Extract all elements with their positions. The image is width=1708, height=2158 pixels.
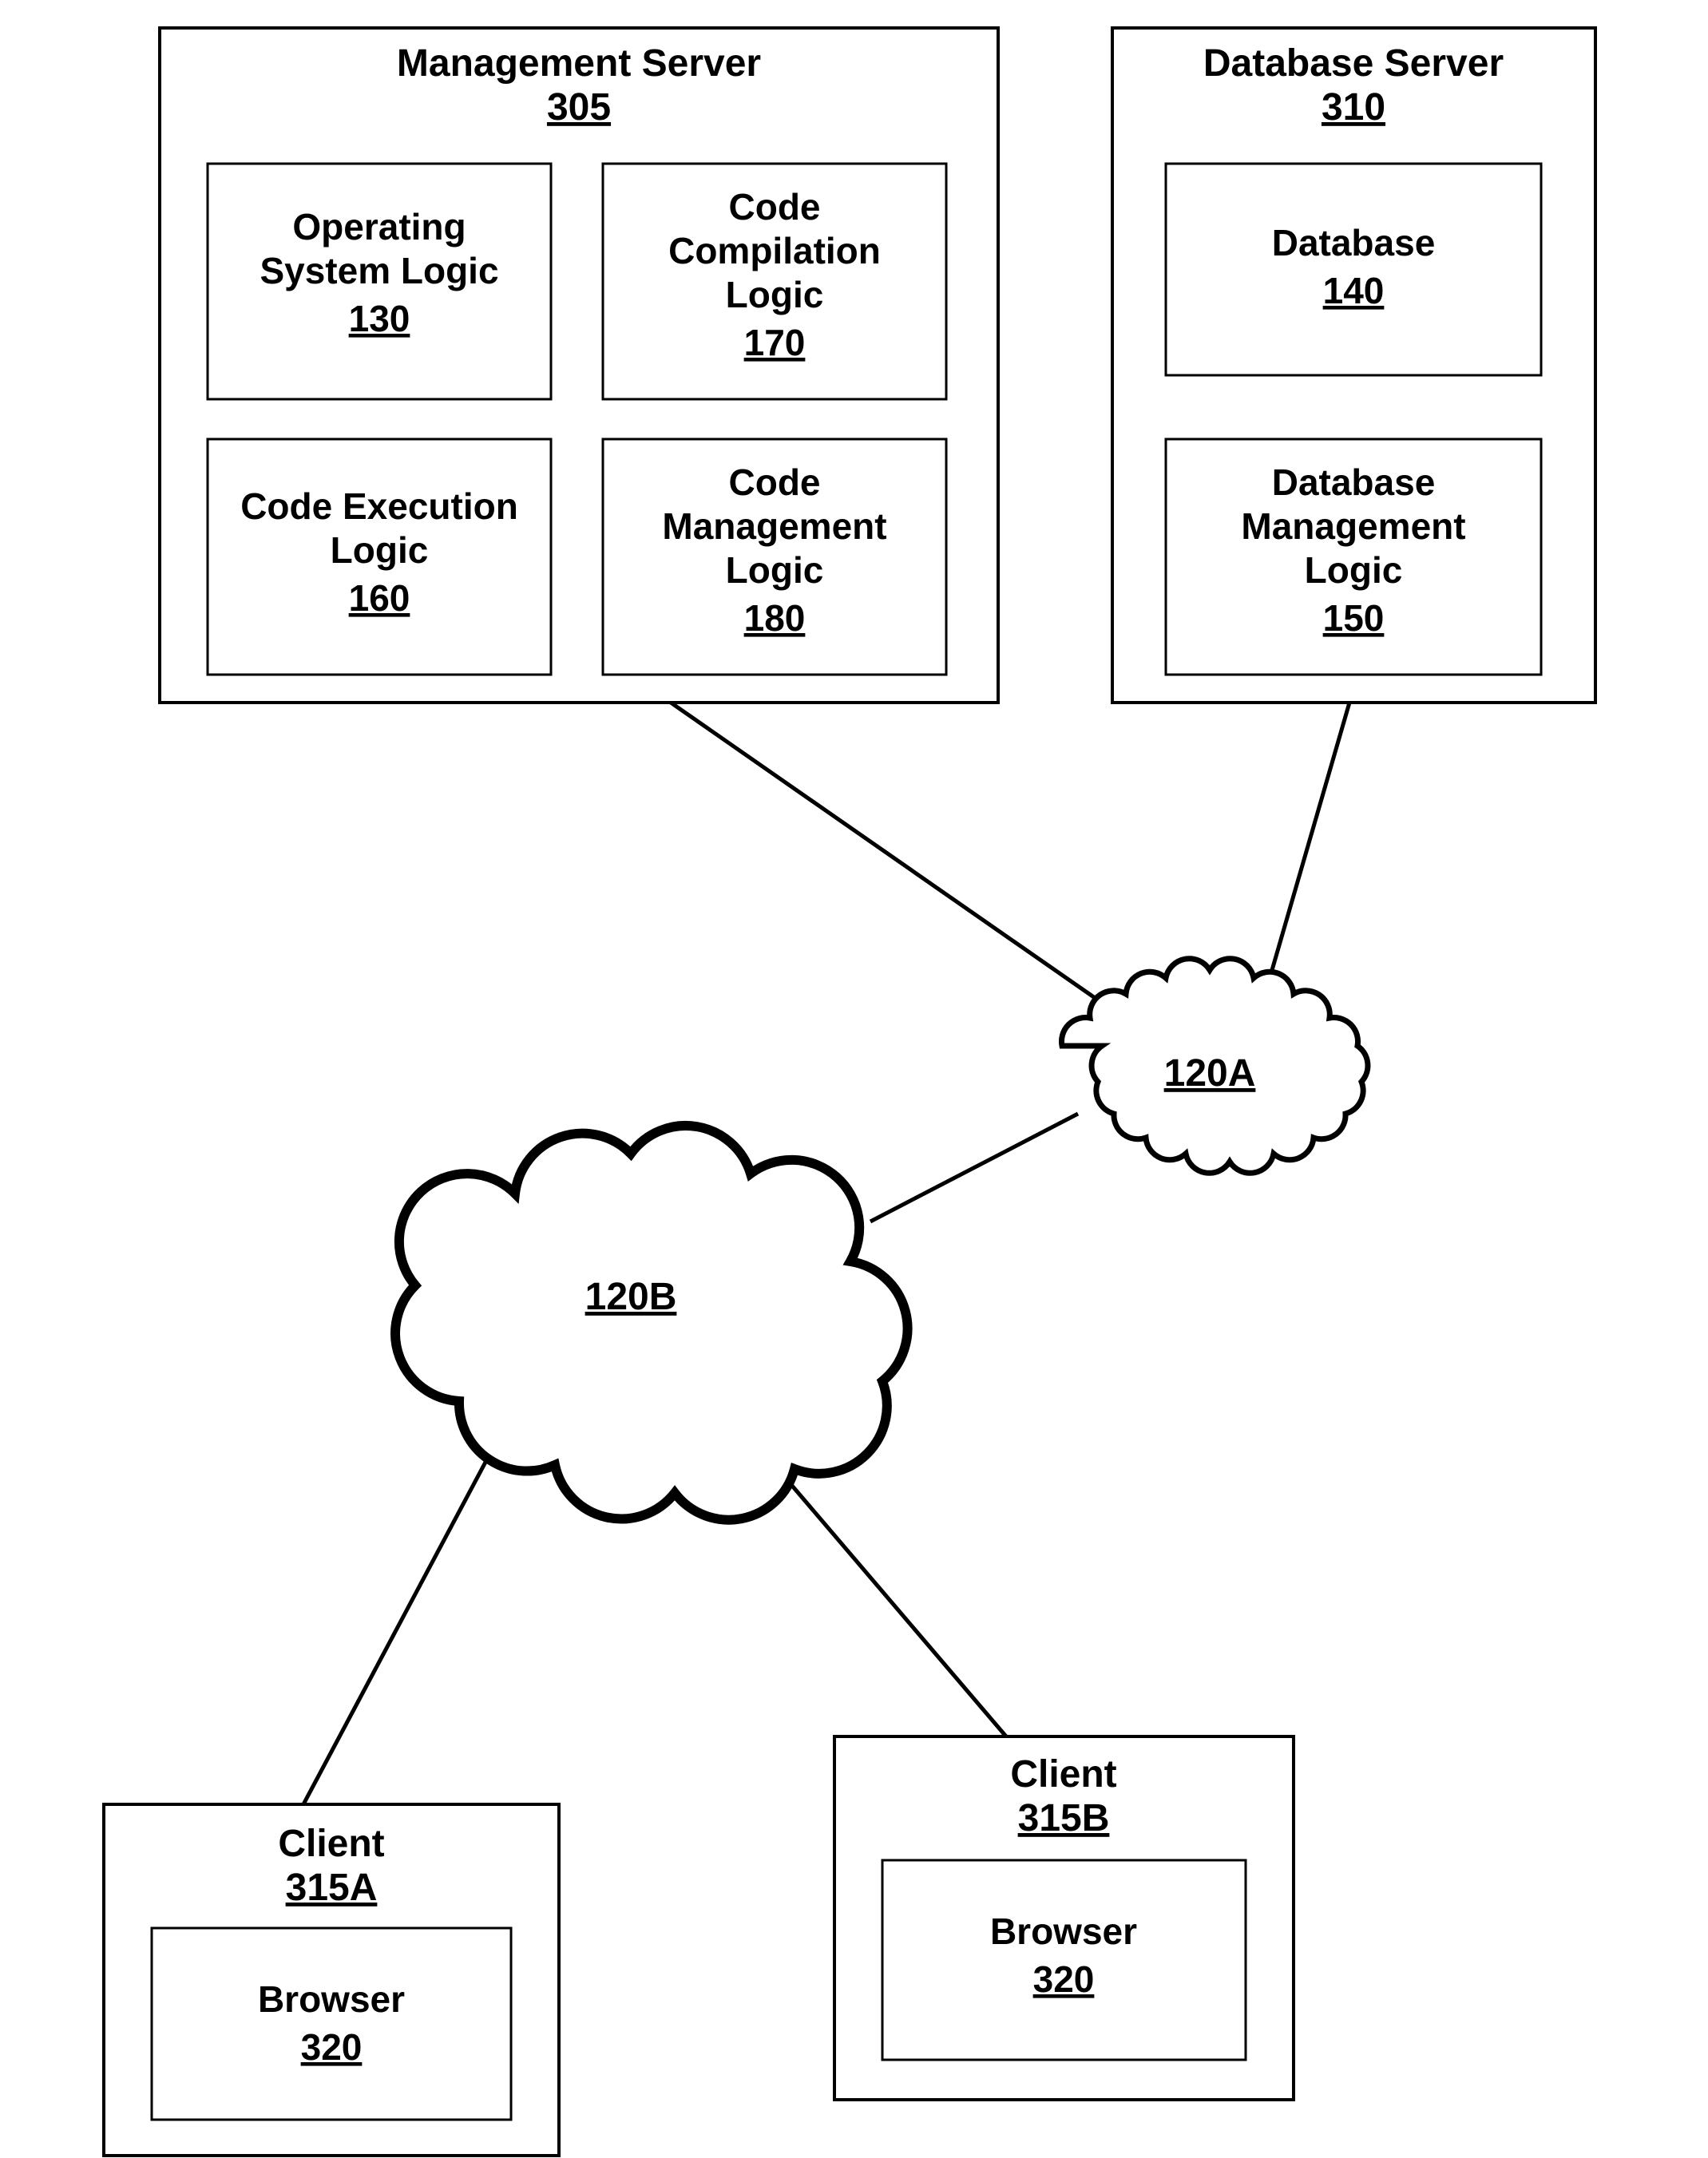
- svg-text:120B: 120B: [585, 1276, 677, 1318]
- svg-text:Compilation: Compilation: [668, 230, 881, 271]
- code-management-logic-box: Code Management Logic 180: [603, 439, 946, 675]
- svg-text:180: 180: [744, 597, 806, 639]
- svg-text:170: 170: [744, 322, 806, 363]
- svg-text:System Logic: System Logic: [260, 250, 498, 291]
- svg-text:320: 320: [1033, 1958, 1095, 2000]
- browser-a-box: Browser 320: [152, 1928, 511, 2120]
- management-server-title: Management Server: [397, 42, 761, 85]
- svg-text:Client: Client: [278, 1823, 384, 1865]
- svg-text:Browser: Browser: [990, 1911, 1137, 1952]
- svg-text:Code Execution: Code Execution: [240, 485, 518, 527]
- database-box: Database 140: [1166, 164, 1541, 375]
- svg-text:Client: Client: [1010, 1753, 1116, 1796]
- database-management-logic-box: Database Management Logic 150: [1166, 439, 1541, 675]
- diagram: Management Server 305 Operating System L…: [0, 0, 1708, 2158]
- browser-b-box: Browser 320: [882, 1860, 1246, 2060]
- svg-text:310: 310: [1322, 86, 1385, 129]
- svg-text:Logic: Logic: [726, 549, 824, 591]
- svg-text:Database: Database: [1272, 461, 1436, 503]
- svg-text:Management: Management: [662, 505, 886, 547]
- client-b-box: Client 315B Browser 320: [834, 1736, 1294, 2100]
- svg-text:Database: Database: [1272, 222, 1436, 263]
- code-execution-logic-box: Code Execution Logic 160: [208, 439, 551, 675]
- svg-text:Management: Management: [1241, 505, 1465, 547]
- svg-text:Code: Code: [729, 186, 821, 228]
- svg-text:140: 140: [1323, 270, 1385, 311]
- svg-text:Logic: Logic: [1305, 549, 1403, 591]
- svg-text:Browser: Browser: [258, 1978, 405, 2020]
- svg-text:Operating: Operating: [292, 206, 466, 247]
- management-server-ref: 305: [547, 86, 611, 129]
- svg-text:Code: Code: [729, 461, 821, 503]
- svg-text:Database Server: Database Server: [1203, 42, 1504, 85]
- svg-text:315A: 315A: [286, 1867, 378, 1909]
- svg-text:320: 320: [301, 2026, 363, 2068]
- database-server-box: Database Server 310 Database 140 Databas…: [1112, 28, 1595, 703]
- svg-text:120A: 120A: [1164, 1052, 1256, 1095]
- svg-text:130: 130: [349, 298, 410, 339]
- client-a-box: Client 315A Browser 320: [104, 1804, 559, 2156]
- os-logic-box: Operating System Logic 130: [208, 164, 551, 399]
- cloud-120a: 120A: [1061, 959, 1367, 1174]
- svg-text:Logic: Logic: [331, 529, 429, 571]
- cloud-120b: 120B: [395, 1126, 907, 1520]
- svg-text:160: 160: [349, 577, 410, 619]
- code-compilation-logic-box: Code Compilation Logic 170: [603, 164, 946, 399]
- svg-text:Logic: Logic: [726, 274, 824, 315]
- svg-text:315B: 315B: [1018, 1797, 1110, 1839]
- management-server-box: Management Server 305 Operating System L…: [160, 28, 998, 703]
- svg-text:150: 150: [1323, 597, 1385, 639]
